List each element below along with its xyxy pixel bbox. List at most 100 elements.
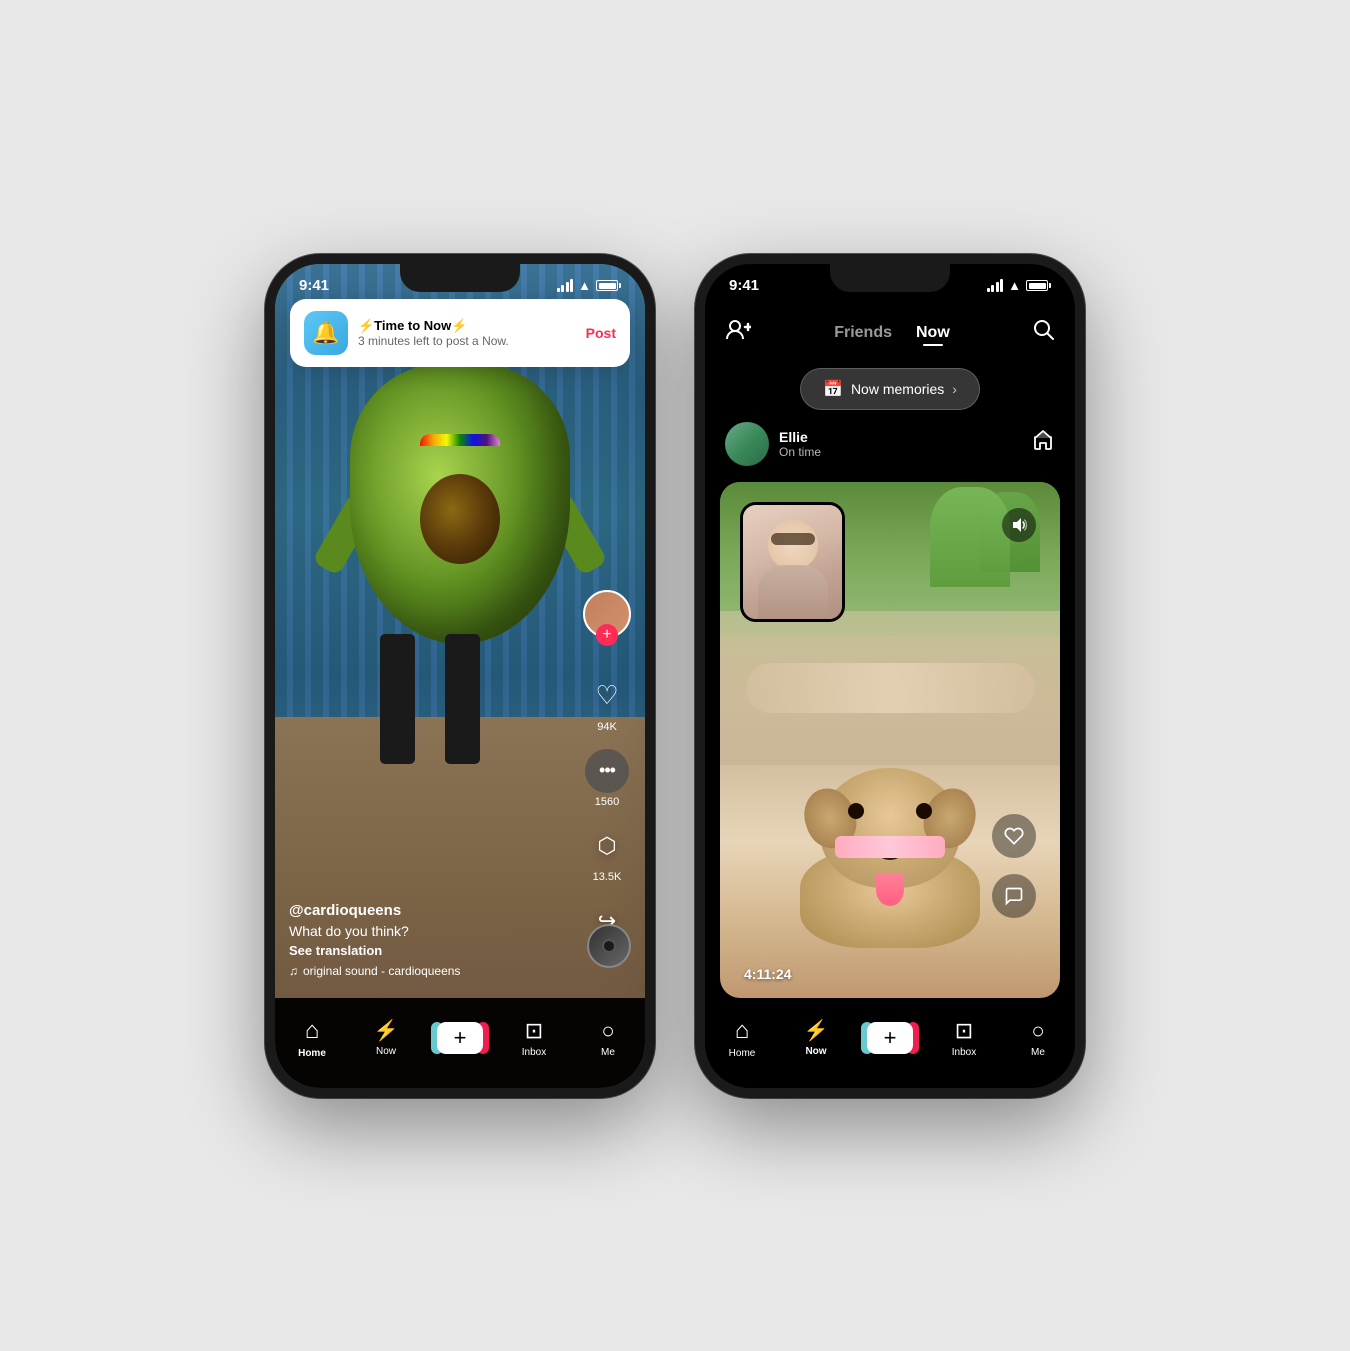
add-btn-center: + [437, 1022, 483, 1054]
self-photo [740, 502, 845, 622]
hammock-area [720, 611, 1060, 766]
now-post-actions [992, 814, 1036, 918]
sound-icon[interactable] [1002, 508, 1036, 542]
nav-tabs: Friends Now [834, 324, 950, 342]
video-username[interactable]: @cardioqueens [289, 902, 575, 919]
sound-disc [587, 924, 631, 968]
author-name: Ellie [779, 429, 821, 445]
nav-add-2[interactable]: + [853, 1022, 927, 1054]
nav-inbox[interactable]: ⊡ Inbox [497, 1018, 571, 1058]
battery-icon [596, 280, 621, 291]
dog-scarf [835, 836, 945, 858]
post-share-button[interactable] [1031, 429, 1055, 459]
status-icons-2: ▲ [987, 278, 1051, 293]
signal-bars [557, 279, 574, 292]
signal-bar-3 [566, 282, 569, 292]
nav-home-2[interactable]: ⌂ Home [705, 1017, 779, 1059]
battery-body [596, 280, 618, 291]
post-like-button[interactable] [992, 814, 1036, 858]
notification-icon: 🔔 [304, 311, 348, 355]
avocado-body [350, 364, 570, 644]
phone-2-screen: 9:41 ▲ [705, 264, 1075, 1088]
phone-1-screen: 9:41 ▲ [275, 264, 645, 1088]
nav-home[interactable]: ⌂ Home [275, 1017, 349, 1059]
nav-me[interactable]: ○ Me [571, 1018, 645, 1058]
see-translation[interactable]: See translation [289, 943, 575, 958]
nav-me-2[interactable]: ○ Me [1001, 1018, 1075, 1058]
dog-tongue [876, 874, 904, 906]
nav-now[interactable]: ⚡ Now [349, 1018, 423, 1057]
leg-left [380, 634, 415, 764]
like-button[interactable]: ♡ 94K [585, 674, 629, 733]
dog-head [820, 768, 960, 888]
now-memories-button[interactable]: 📅 Now memories › [800, 368, 980, 410]
avatar-wrapper: + [583, 590, 631, 638]
signal-bars-2 [987, 279, 1004, 292]
comment-icon: ••• [585, 749, 629, 793]
search-icon-btn[interactable] [1033, 319, 1055, 347]
add-button-wrapper-2: + [867, 1022, 913, 1054]
avocado-legs [380, 634, 480, 764]
battery-tip-2 [1049, 283, 1051, 288]
selfie-body [758, 565, 828, 622]
right-sidebar: + ♡ 94K ••• 1560 ⬡ 13.5K ↪ 13.5K [583, 590, 631, 958]
signal-bar-2-1 [987, 288, 990, 292]
wifi-icon: ▲ [578, 278, 591, 293]
tab-now[interactable]: Now [916, 324, 950, 342]
signal-bar-1 [557, 288, 560, 292]
tree-right [930, 487, 1010, 587]
tab-friends[interactable]: Friends [834, 324, 892, 342]
inbox-icon: ⊡ [525, 1018, 543, 1044]
nav-now-label-2: Now [805, 1046, 826, 1057]
signal-bar-2 [561, 285, 564, 292]
post-comment-button[interactable] [992, 874, 1036, 918]
bookmark-button[interactable]: ⬡ 13.5K [585, 824, 629, 883]
follow-button[interactable]: + [596, 624, 618, 646]
now-icon: ⚡ [374, 1018, 399, 1043]
dog-eye-right [916, 803, 932, 819]
nav-add[interactable]: + [423, 1022, 497, 1054]
me-icon: ○ [601, 1018, 614, 1044]
nav-home-label: Home [298, 1048, 326, 1059]
post-author: Ellie On time [725, 422, 821, 466]
sunglasses [771, 533, 815, 545]
notification-banner[interactable]: 🔔 ⚡Time to Now⚡ 3 minutes left to post a… [290, 299, 630, 367]
nav-me-label-2: Me [1031, 1047, 1045, 1058]
notification-subtitle: 3 minutes left to post a Now. [358, 334, 576, 348]
comment-count: 1560 [595, 796, 619, 808]
status-icons: ▲ [557, 278, 621, 293]
signal-bar-2-3 [996, 282, 999, 292]
status-time-2: 9:41 [729, 277, 759, 294]
music-note-icon: ♫ [289, 964, 298, 978]
author-avatar[interactable] [725, 422, 769, 466]
dog-container [780, 768, 1000, 948]
calendar-icon: 📅 [823, 379, 843, 399]
wifi-icon-2: ▲ [1008, 278, 1021, 293]
add-friend-icon[interactable] [725, 319, 751, 347]
home-icon-2: ⌂ [735, 1017, 750, 1045]
video-sound: ♫ original sound - cardioqueens [289, 964, 575, 978]
rainbow-decoration [420, 434, 500, 446]
nav-now-2[interactable]: ⚡ Now [779, 1018, 853, 1057]
heart-icon: ♡ [585, 674, 629, 718]
comment-button[interactable]: ••• 1560 [585, 749, 629, 808]
post-bg: 4:11:24 [720, 482, 1060, 998]
notification-post-button[interactable]: Post [586, 325, 616, 341]
notification-text: ⚡Time to Now⚡ 3 minutes left to post a N… [358, 318, 576, 348]
nav-home-label-2: Home [729, 1048, 756, 1059]
battery-body-2 [1026, 280, 1048, 291]
nav-inbox-label-2: Inbox [952, 1047, 976, 1058]
nav-inbox-label: Inbox [522, 1047, 546, 1058]
avocado-figure [350, 344, 570, 764]
notification-title: ⚡Time to Now⚡ [358, 318, 576, 334]
leg-right [445, 634, 480, 764]
sound-disc-inner [602, 939, 616, 953]
selfie-face [768, 520, 818, 570]
signal-bar-2-2 [991, 285, 994, 292]
nav-inbox-2[interactable]: ⊡ Inbox [927, 1018, 1001, 1058]
selfie-image [743, 505, 842, 619]
hammock [746, 663, 1035, 713]
battery-tip [619, 283, 621, 288]
inbox-icon-2: ⊡ [955, 1018, 973, 1044]
phone-1: 9:41 ▲ [265, 254, 655, 1098]
